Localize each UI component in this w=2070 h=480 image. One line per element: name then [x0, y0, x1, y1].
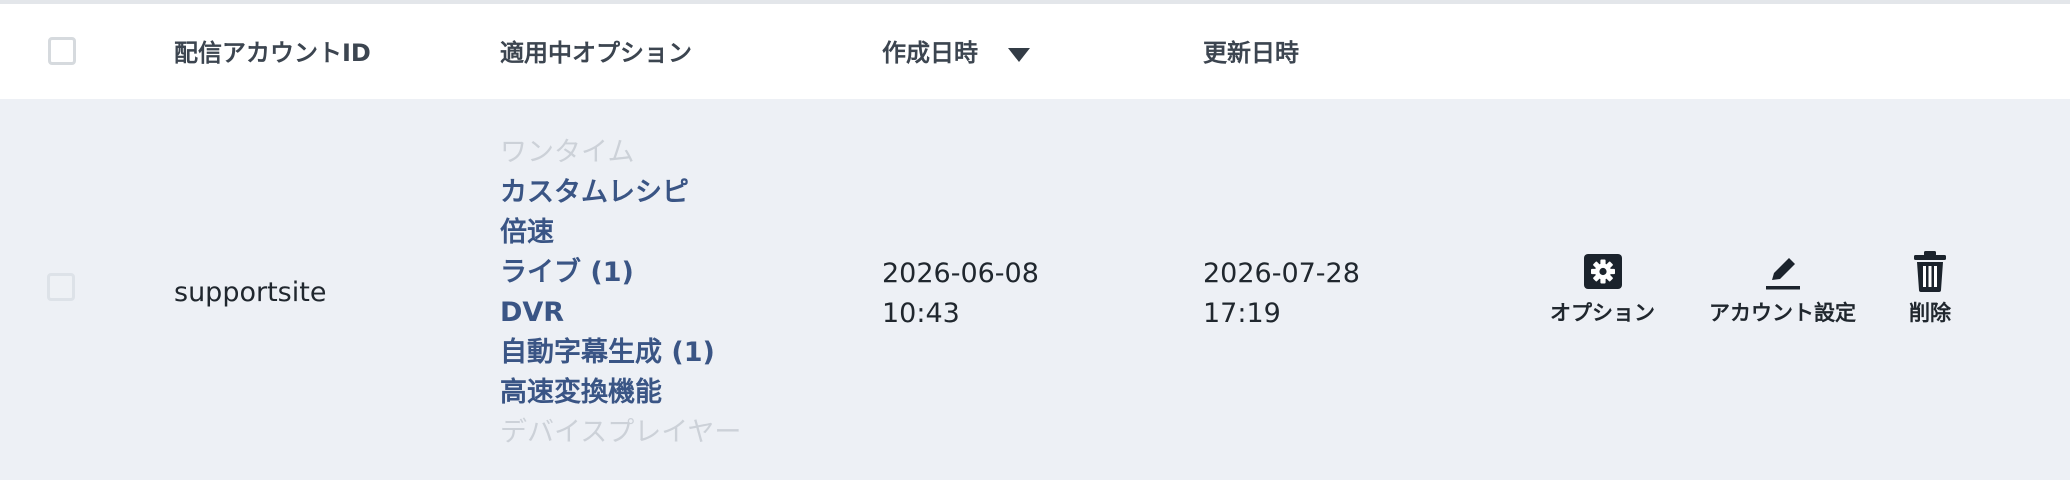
option-item: 自動字幕生成 (1) — [500, 337, 715, 368]
options-button-label: オプション — [1550, 301, 1655, 325]
updated-date: 2026-07-28 — [1203, 258, 1360, 289]
option-item: ワンタイム — [500, 137, 635, 168]
header-options[interactable]: 適用中オプション — [500, 38, 692, 68]
updated-time: 17:19 — [1203, 298, 1281, 329]
option-item: デバイスプレイヤー — [500, 417, 742, 448]
option-item: ライブ (1) — [500, 257, 634, 288]
table-header: 配信アカウントID 適用中オプション 作成日時 更新日時 — [0, 4, 2070, 99]
created-date: 2026-06-08 — [882, 258, 1039, 289]
created-time: 10:43 — [882, 298, 960, 329]
table-row: supportsite ワンタイムカスタムレシピ 倍速ライブ (1) DVR 自動字幕… — [0, 99, 2070, 480]
header-updated[interactable]: 更新日時 — [1203, 38, 1299, 68]
select-all-checkbox[interactable] — [48, 37, 76, 65]
updated-datetime: 2026-07-28 17:19 — [1203, 254, 1360, 334]
gear-icon — [1583, 254, 1622, 289]
delete-button-label: 削除 — [1909, 301, 1951, 325]
options-button[interactable]: オプション — [1545, 249, 1660, 327]
option-item: カスタムレシピ — [500, 177, 689, 208]
created-datetime: 2026-06-08 10:43 — [882, 254, 1039, 334]
account-settings-label: アカウント設定 — [1709, 301, 1856, 325]
header-account-id[interactable]: 配信アカウントID — [174, 38, 371, 68]
trash-icon — [1914, 251, 1946, 292]
account-table: 配信アカウントID 適用中オプション 作成日時 更新日時 supportsite… — [0, 0, 2070, 480]
applied-options-list: ワンタイムカスタムレシピ 倍速ライブ (1) DVR 自動字幕生成 (1) 高速変換機能… — [500, 133, 741, 453]
account-id-cell: supportsite — [174, 277, 327, 308]
row-select-checkbox[interactable] — [47, 273, 75, 301]
option-item: 高速変換機能 — [500, 377, 662, 408]
account-settings-button[interactable]: アカウント設定 — [1700, 249, 1865, 327]
delete-button[interactable]: 削除 — [1895, 249, 1965, 327]
sort-desc-icon[interactable] — [1008, 48, 1030, 62]
pencil-icon — [1765, 258, 1800, 290]
header-created[interactable]: 作成日時 — [882, 38, 978, 68]
option-item: 倍速 — [500, 217, 554, 248]
option-item: DVR — [500, 297, 565, 328]
